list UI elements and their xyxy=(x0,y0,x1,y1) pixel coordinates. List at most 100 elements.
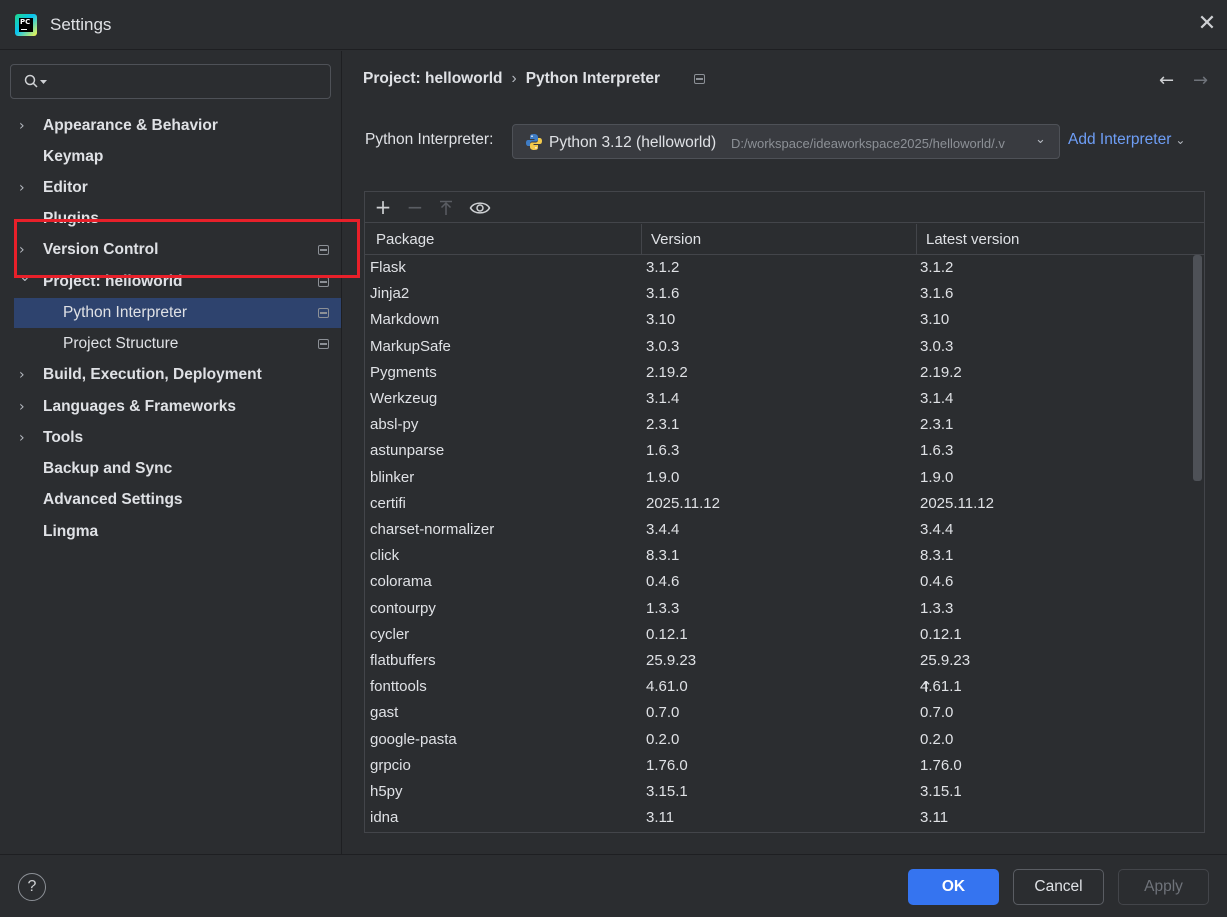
table-row[interactable]: h5py 3.15.1 3.15.1 xyxy=(365,779,1191,805)
sidebar-item[interactable]: › Editor xyxy=(0,173,342,203)
column-divider[interactable] xyxy=(641,224,642,255)
interpreter-dropdown[interactable]: Python 3.12 (helloworld) D:/workspace/id… xyxy=(512,124,1060,159)
pin-icon[interactable] xyxy=(318,339,329,349)
table-row[interactable]: flatbuffers 25.9.23 25.9.23 xyxy=(365,648,1191,674)
table-row[interactable]: blinker 1.9.0 1.9.0 xyxy=(365,465,1191,491)
eye-icon[interactable] xyxy=(469,200,491,216)
package-latest-version: 25.9.23 xyxy=(920,648,970,674)
table-row[interactable]: gast 0.7.0 0.7.0 xyxy=(365,700,1191,726)
column-header-package[interactable]: Package xyxy=(376,231,434,248)
column-header-version[interactable]: Version xyxy=(651,231,701,248)
package-name: MarkupSafe xyxy=(370,338,451,355)
search-input[interactable] xyxy=(10,64,331,99)
package-latest-version: 1.3.3 xyxy=(920,596,953,622)
breadcrumb-parent[interactable]: Project: helloworld xyxy=(363,70,503,88)
package-version: 3.11 xyxy=(646,809,675,826)
package-name: fonttools xyxy=(370,678,427,695)
upgrade-package-icon[interactable] xyxy=(438,200,454,216)
package-name: cycler xyxy=(370,626,410,643)
chevron-right-icon[interactable]: › xyxy=(19,392,33,422)
chevron-right-icon[interactable]: › xyxy=(19,235,33,265)
add-package-icon[interactable]: + xyxy=(372,196,394,218)
sidebar-item-label: Lingma xyxy=(43,523,99,540)
apply-button[interactable]: Apply xyxy=(1118,869,1209,905)
table-row[interactable]: Flask 3.1.2 3.1.2 xyxy=(365,255,1191,281)
sidebar-item[interactable]: › Languages & Frameworks xyxy=(0,392,342,422)
back-arrow-icon[interactable]: ← xyxy=(1159,70,1174,91)
chevron-right-icon[interactable]: › xyxy=(19,173,33,203)
package-version: 0.7.0 xyxy=(646,704,680,721)
table-row[interactable]: Werkzeug 3.1.4 3.1.4 xyxy=(365,386,1191,412)
chevron-right-icon[interactable]: › xyxy=(19,423,33,453)
close-icon[interactable]: ✕ xyxy=(1196,13,1218,35)
sidebar-item-label: Advanced Settings xyxy=(43,491,183,508)
breadcrumb-current: Python Interpreter xyxy=(525,70,661,87)
remove-package-icon[interactable]: − xyxy=(404,196,426,218)
package-version: 4.61.0 xyxy=(646,678,688,695)
help-button[interactable]: ? xyxy=(18,873,46,901)
table-row[interactable]: click 8.3.1 8.3.1 xyxy=(365,543,1191,569)
table-row[interactable]: astunparse 1.6.3 1.6.3 xyxy=(365,438,1191,464)
cancel-button[interactable]: Cancel xyxy=(1013,869,1104,905)
ok-button[interactable]: OK xyxy=(908,869,999,905)
package-version: 25.9.23 xyxy=(646,652,697,669)
sidebar-item[interactable]: › Appearance & Behavior xyxy=(0,111,342,141)
table-row[interactable]: fonttools 4.61.0 ↑ 4.61.1 xyxy=(365,674,1191,700)
search-options-chevron-icon[interactable] xyxy=(40,80,47,85)
sidebar-item[interactable]: › Tools xyxy=(0,423,342,453)
pin-icon[interactable] xyxy=(318,277,329,287)
pycharm-logo-icon: PC xyxy=(15,14,37,36)
pin-icon[interactable] xyxy=(318,308,329,318)
sidebar-item-label: Python Interpreter xyxy=(63,304,188,321)
table-row[interactable]: Pygments 2.19.2 2.19.2 xyxy=(365,360,1191,386)
sidebar-item[interactable]: Python Interpreter xyxy=(14,298,341,328)
table-row[interactable]: MarkupSafe 3.0.3 3.0.3 xyxy=(365,334,1191,360)
package-version: 3.10 xyxy=(646,311,676,328)
table-row[interactable]: charset-normalizer 3.4.4 3.4.4 xyxy=(365,517,1191,543)
pin-icon[interactable] xyxy=(318,245,329,255)
table-row[interactable]: google-pasta 0.2.0 0.2.0 xyxy=(365,727,1191,753)
sidebar-item[interactable]: Backup and Sync xyxy=(0,454,342,484)
pin-tab-icon[interactable] xyxy=(694,74,705,84)
forward-arrow-icon[interactable]: → xyxy=(1193,70,1208,91)
table-row[interactable]: idna 3.11 3.11 xyxy=(365,805,1191,831)
package-latest-version: 0.7.0 xyxy=(920,700,953,726)
latest-version-text: 1.6.3 xyxy=(920,442,954,459)
sidebar-item[interactable]: ⌄ Project: helloworld xyxy=(0,267,342,297)
latest-version-text: 0.12.1 xyxy=(920,626,962,643)
upgrade-available-icon[interactable]: ↑ xyxy=(920,674,933,700)
sidebar-item[interactable]: Project Structure xyxy=(0,329,342,359)
package-name: contourpy xyxy=(370,600,436,617)
column-header-latest-version[interactable]: Latest version xyxy=(926,231,1019,248)
table-row[interactable]: certifi 2025.11.12 2025.11.12 xyxy=(365,491,1191,517)
sidebar-item-label: Version Control xyxy=(43,241,159,258)
package-latest-version: 3.4.4 xyxy=(920,517,953,543)
sidebar-item-label: Backup and Sync xyxy=(43,460,173,477)
package-version: 2.3.1 xyxy=(646,416,680,433)
chevron-down-icon[interactable]: ⌄ xyxy=(19,262,33,292)
package-version: 3.1.6 xyxy=(646,285,680,302)
add-interpreter-link[interactable]: Add Interpreter ⌄ xyxy=(1068,131,1185,149)
sidebar-item[interactable]: Advanced Settings xyxy=(0,485,342,515)
package-latest-version: ↑ 4.61.1 xyxy=(920,674,962,700)
sidebar-item[interactable]: › Version Control xyxy=(0,235,342,265)
table-row[interactable]: grpcio 1.76.0 1.76.0 xyxy=(365,753,1191,779)
sidebar-item[interactable]: › Build, Execution, Deployment xyxy=(0,360,342,390)
table-row[interactable]: colorama 0.4.6 0.4.6 xyxy=(365,569,1191,595)
sidebar-item[interactable]: Plugins xyxy=(0,204,342,234)
table-row[interactable]: cycler 0.12.1 0.12.1 xyxy=(365,622,1191,648)
chevron-right-icon[interactable]: › xyxy=(19,360,33,390)
sidebar-item[interactable]: Keymap xyxy=(0,142,342,172)
table-row[interactable]: contourpy 1.3.3 1.3.3 xyxy=(365,596,1191,622)
package-version: 3.1.2 xyxy=(646,259,680,276)
table-row[interactable]: Markdown 3.10 3.10 xyxy=(365,307,1191,333)
sidebar-item[interactable]: Lingma xyxy=(0,517,342,547)
column-divider[interactable] xyxy=(916,224,917,255)
package-version: 1.6.3 xyxy=(646,442,680,459)
vertical-scrollbar[interactable] xyxy=(1193,255,1202,481)
package-name: Pygments xyxy=(370,364,437,381)
table-row[interactable]: Jinja2 3.1.6 3.1.6 xyxy=(365,281,1191,307)
sidebar-item-label: Editor xyxy=(43,179,88,196)
table-row[interactable]: absl-py 2.3.1 2.3.1 xyxy=(365,412,1191,438)
chevron-right-icon[interactable]: › xyxy=(19,111,33,141)
